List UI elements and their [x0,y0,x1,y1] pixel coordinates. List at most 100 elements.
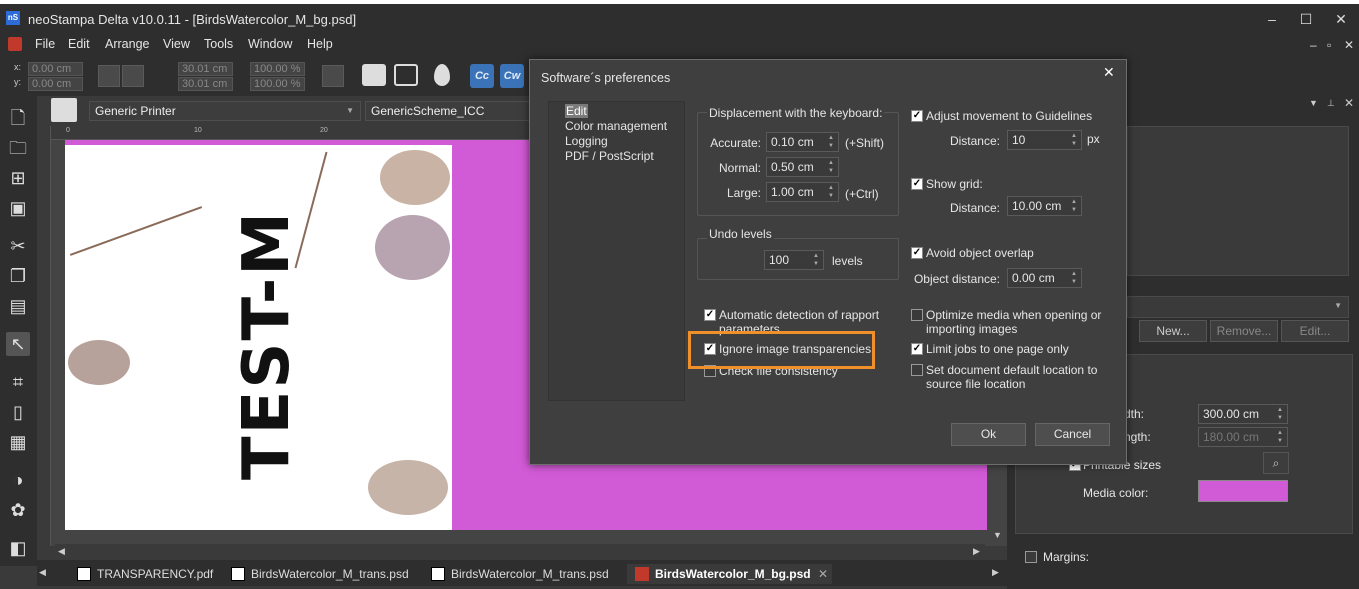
limit-jobs-checkbox[interactable]: ✓ [911,343,923,355]
nav-edit[interactable]: Edit [565,104,588,118]
horizontal-scrollbar[interactable]: ◀ ▶ [55,544,985,558]
scale-x-input[interactable]: 100.00 % [250,62,305,76]
menu-file[interactable]: File [35,37,55,51]
scroll-right-icon[interactable]: ▶ [973,546,980,557]
pin-icon[interactable]: ⊥ [1327,98,1335,109]
menu-edit[interactable]: Edit [68,37,90,51]
new-document-icon[interactable]: 🗋 [6,106,30,130]
cut-icon[interactable]: ✂ [6,234,30,258]
spinner-icon[interactable]: ▲ ▼ [1275,406,1285,422]
auto-rapport-checkbox[interactable]: ✓ [704,309,716,321]
media-select[interactable]: ▼ [1127,296,1349,318]
align-button[interactable] [98,65,120,87]
save-icon[interactable]: ▣ [6,196,30,220]
spinner-icon[interactable]: ▲ ▼ [826,159,836,175]
ok-button[interactable]: Ok [951,423,1026,446]
spinner-icon[interactable]: ▲ ▼ [811,252,821,268]
minimize-button[interactable]: – [1257,8,1287,30]
close-button[interactable]: ✕ [1326,8,1356,30]
crop-icon[interactable]: ⌗ [6,370,30,394]
mdi-minimize-button[interactable]: – [1310,38,1317,52]
tabs-right-icon[interactable]: ▶ [992,567,999,578]
scroll-down-icon[interactable]: ▼ [993,530,1002,540]
menu-window[interactable]: Window [248,37,292,51]
default-location-checkbox[interactable] [911,364,923,376]
panel-toggle-icon[interactable]: ◧ [6,536,30,560]
select-arrow-icon[interactable]: ↖ [6,332,30,356]
scale-y-input[interactable]: 100.00 % [250,77,305,91]
import-image-icon[interactable]: ⊞ [6,166,30,190]
maximize-button[interactable]: ☐ [1291,8,1321,30]
dialog-close-icon[interactable]: ✕ [1103,64,1115,81]
print-icon[interactable] [362,64,386,86]
bird-illustration [375,215,450,280]
nav-logging[interactable]: Logging [565,134,608,148]
ink-drop-icon[interactable] [434,64,450,86]
undo-input[interactable]: 100 ▲ ▼ [764,250,824,270]
spinner-icon[interactable]: ▲ ▼ [826,134,836,150]
spinner-icon[interactable]: ▲ ▼ [1069,198,1079,214]
lock-icon[interactable] [322,65,344,87]
scroll-left-icon[interactable]: ◀ [58,546,65,557]
printer-icon[interactable] [51,98,77,122]
width-input[interactable]: 30.01 cm [178,62,233,76]
normal-input[interactable]: 0.50 cm ▲ ▼ [766,157,839,177]
object-distance-input[interactable]: 0.00 cm ▲ ▼ [1007,268,1082,288]
tab-birds-bg[interactable]: BirdsWatercolor_M_bg.psd ✕ [627,564,832,584]
copy-icon[interactable]: ❐ [6,264,30,288]
open-folder-icon[interactable]: 🗀 [6,136,30,160]
cw-button[interactable]: Cw [500,64,524,88]
menu-arrange[interactable]: Arrange [105,37,149,51]
media-length-input[interactable]: 180.00 cm ▲ ▼ [1198,427,1288,447]
x-input[interactable]: 0.00 cm [28,62,83,76]
edit-media-button[interactable]: Edit... [1281,320,1349,342]
cc-button[interactable]: Cc [470,64,494,88]
spinner-icon[interactable]: ▲ ▼ [1069,132,1079,148]
tabs-left-icon[interactable]: ◀ [39,567,46,578]
y-input[interactable]: 0.00 cm [28,77,83,91]
nav-pdf-postscript[interactable]: PDF / PostScript [565,149,654,163]
nav-color-management[interactable]: Color management [565,119,667,133]
menu-view[interactable]: View [163,37,190,51]
cancel-button[interactable]: Cancel [1035,423,1110,446]
panel-menu-icon[interactable]: ▼ [1309,98,1318,108]
margins-checkbox[interactable] [1025,551,1037,563]
grid-icon[interactable]: ▦ [6,430,30,454]
large-input[interactable]: 1.00 cm ▲ ▼ [766,182,839,202]
tab-close-icon[interactable]: ✕ [818,564,828,584]
binoculars-icon[interactable]: ⌕ [1263,452,1289,474]
remove-media-button[interactable]: Remove... [1210,320,1278,342]
accurate-input[interactable]: 0.10 cm ▲ ▼ [766,132,839,152]
height-input[interactable]: 30.01 cm [178,77,233,91]
mdi-close-button[interactable]: ✕ [1344,38,1354,52]
avoid-overlap-checkbox[interactable]: ✓ [911,247,923,259]
menu-tools[interactable]: Tools [204,37,233,51]
show-grid-checkbox[interactable]: ✓ [911,178,923,190]
media-list[interactable] [1127,126,1349,276]
tab-transparency[interactable]: TRANSPARENCY.pdf [69,564,219,584]
spinner-icon[interactable]: ▲ ▼ [1069,270,1079,286]
new-media-button[interactable]: New... [1139,320,1207,342]
optimize-media-checkbox[interactable] [911,309,923,321]
spinner-icon[interactable]: ▲ ▼ [826,184,836,200]
tab-birds-trans-1[interactable]: BirdsWatercolor_M_trans.psd [223,564,418,584]
menu-help[interactable]: Help [307,37,333,51]
paste-icon[interactable]: ▤ [6,294,30,318]
grid-distance-input[interactable]: 10.00 cm ▲ ▼ [1007,196,1082,216]
optimize-media-line-2: importing images [926,322,1018,336]
printer-select[interactable]: Generic Printer ▼ [89,101,361,121]
scheme-select[interactable]: GenericScheme_ICC [365,101,535,121]
media-width-input[interactable]: 300.00 cm ▲ ▼ [1198,404,1288,424]
mdi-restore-button[interactable]: ▫ [1327,38,1331,52]
palette-icon[interactable]: ✿ [6,498,30,522]
spinner-icon[interactable]: ▲ ▼ [1275,429,1285,445]
print-folder-icon[interactable] [394,64,418,86]
step-repeat-icon[interactable]: ▯ [6,400,30,424]
tab-birds-trans-2[interactable]: BirdsWatercolor_M_trans.psd [423,564,618,584]
guide-distance-input[interactable]: 10 ▲ ▼ [1007,130,1082,150]
panel-close-icon[interactable]: ✕ [1344,96,1354,110]
adjust-guidelines-checkbox[interactable]: ✓ [911,110,923,122]
contrast-icon[interactable]: ◑ [6,468,30,492]
align-left-button[interactable] [122,65,144,87]
media-color-swatch[interactable] [1198,480,1288,502]
